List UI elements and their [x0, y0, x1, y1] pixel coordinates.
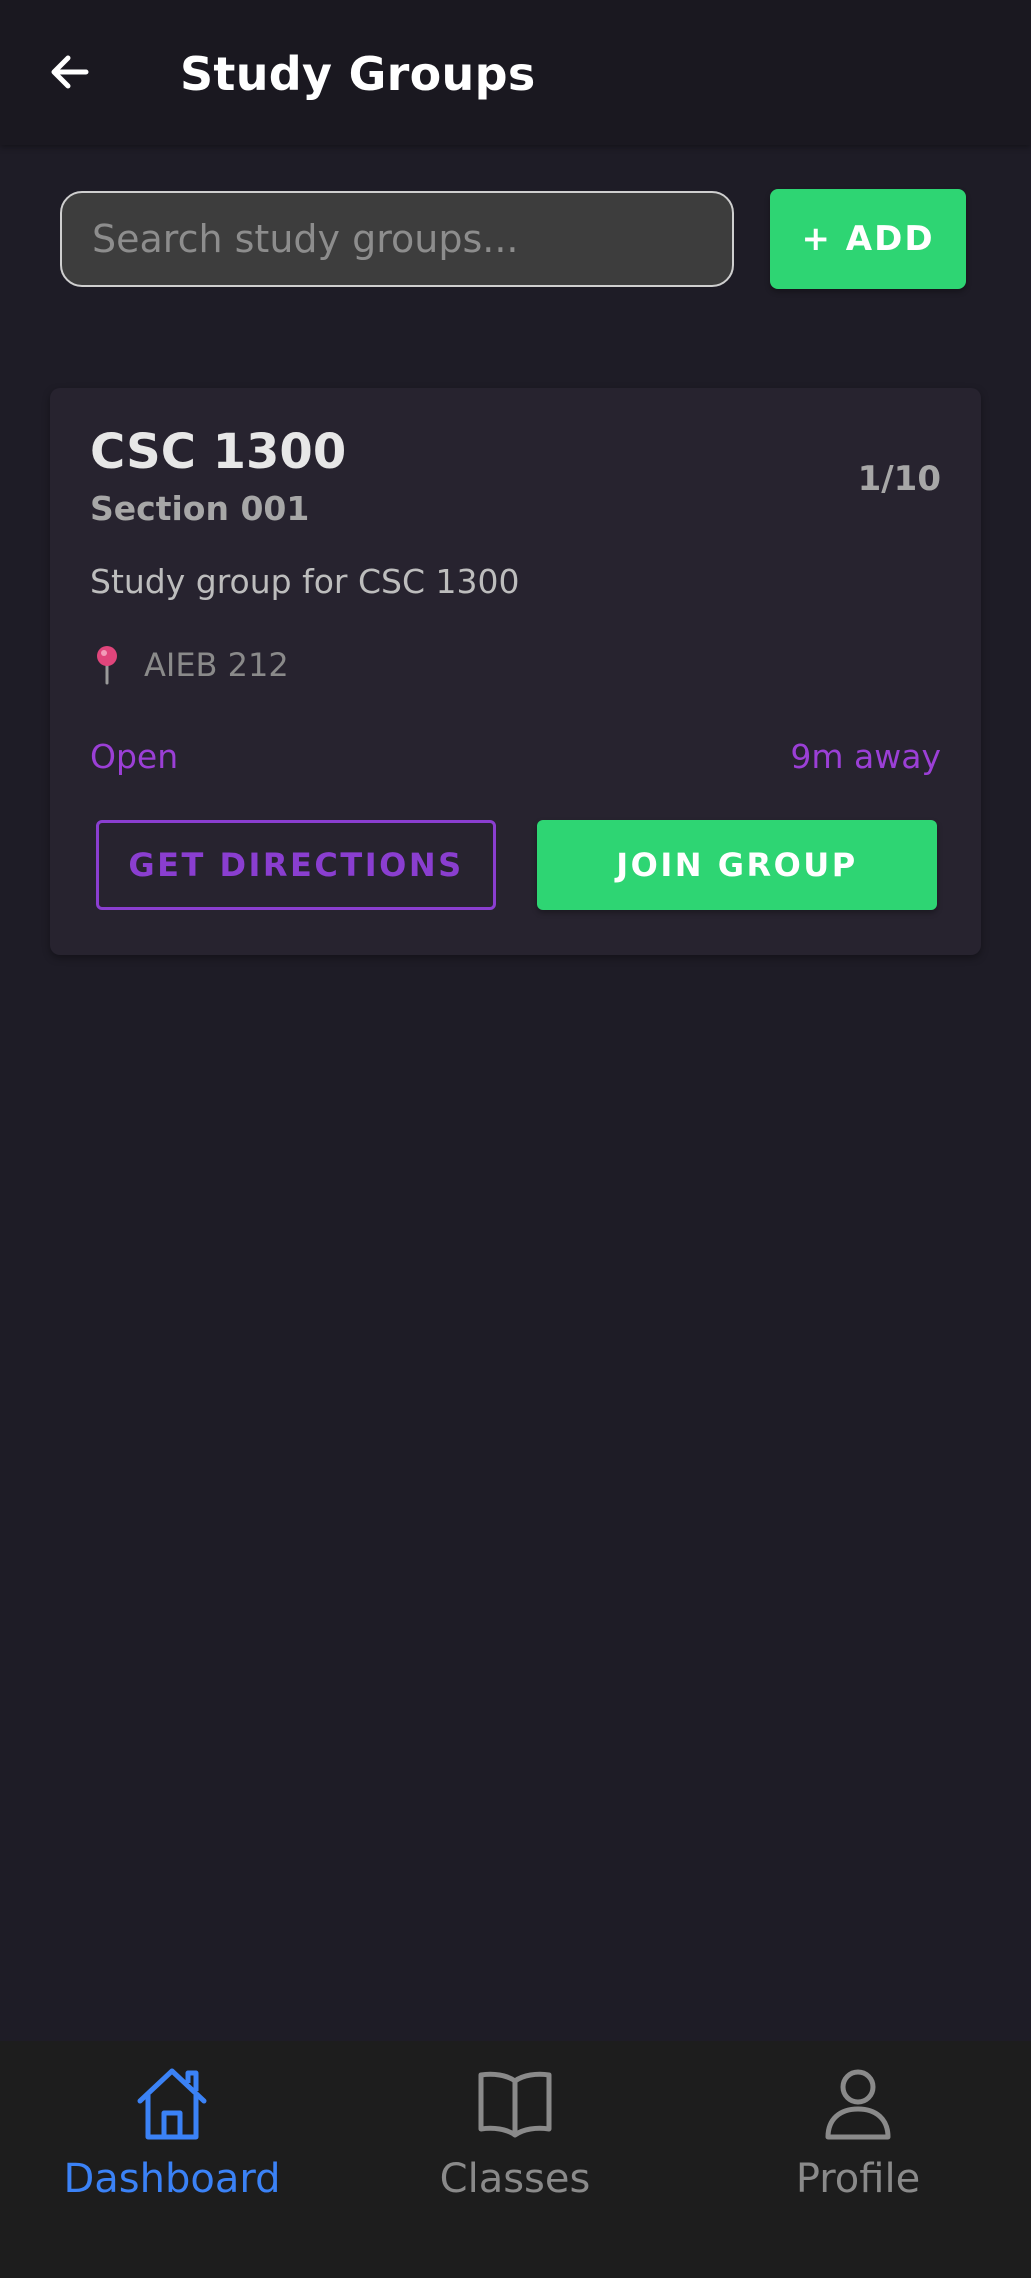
user-icon [816, 2061, 900, 2145]
member-count: 1/10 [857, 459, 941, 499]
group-distance: 9m away [790, 737, 941, 776]
home-icon [130, 2061, 214, 2145]
map-pin-icon [90, 643, 124, 687]
study-group-card: CSC 1300 Section 001 1/10 Study group fo… [50, 388, 981, 955]
add-group-button[interactable]: + ADD [770, 189, 966, 289]
nav-item-dashboard[interactable]: Dashboard [2, 2061, 342, 2241]
group-status: Open [90, 737, 179, 776]
arrow-left-icon [51, 55, 89, 89]
group-location: AIEB 212 [90, 640, 289, 690]
nav-label-classes: Classes [439, 2156, 591, 2202]
page-title: Study Groups [180, 47, 536, 101]
nav-label-profile: Profile [795, 2156, 921, 2202]
nav-item-profile[interactable]: Profile [688, 2061, 1028, 2241]
join-group-button[interactable]: JOIN GROUP [537, 820, 937, 910]
location-text: AIEB 212 [144, 646, 289, 684]
get-directions-button[interactable]: GET DIRECTIONS [96, 820, 496, 910]
book-icon [473, 2061, 557, 2145]
nav-item-classes[interactable]: Classes [345, 2061, 685, 2241]
bottom-nav: Dashboard Classes Profile [0, 2041, 1031, 2278]
section-label: Section 001 [90, 489, 310, 528]
app-header: Study Groups [0, 0, 1031, 145]
back-button[interactable] [36, 38, 104, 106]
course-title: CSC 1300 [90, 424, 347, 480]
nav-label-dashboard: Dashboard [63, 2156, 281, 2202]
search-input[interactable] [60, 191, 734, 287]
group-description: Study group for CSC 1300 [90, 562, 520, 601]
